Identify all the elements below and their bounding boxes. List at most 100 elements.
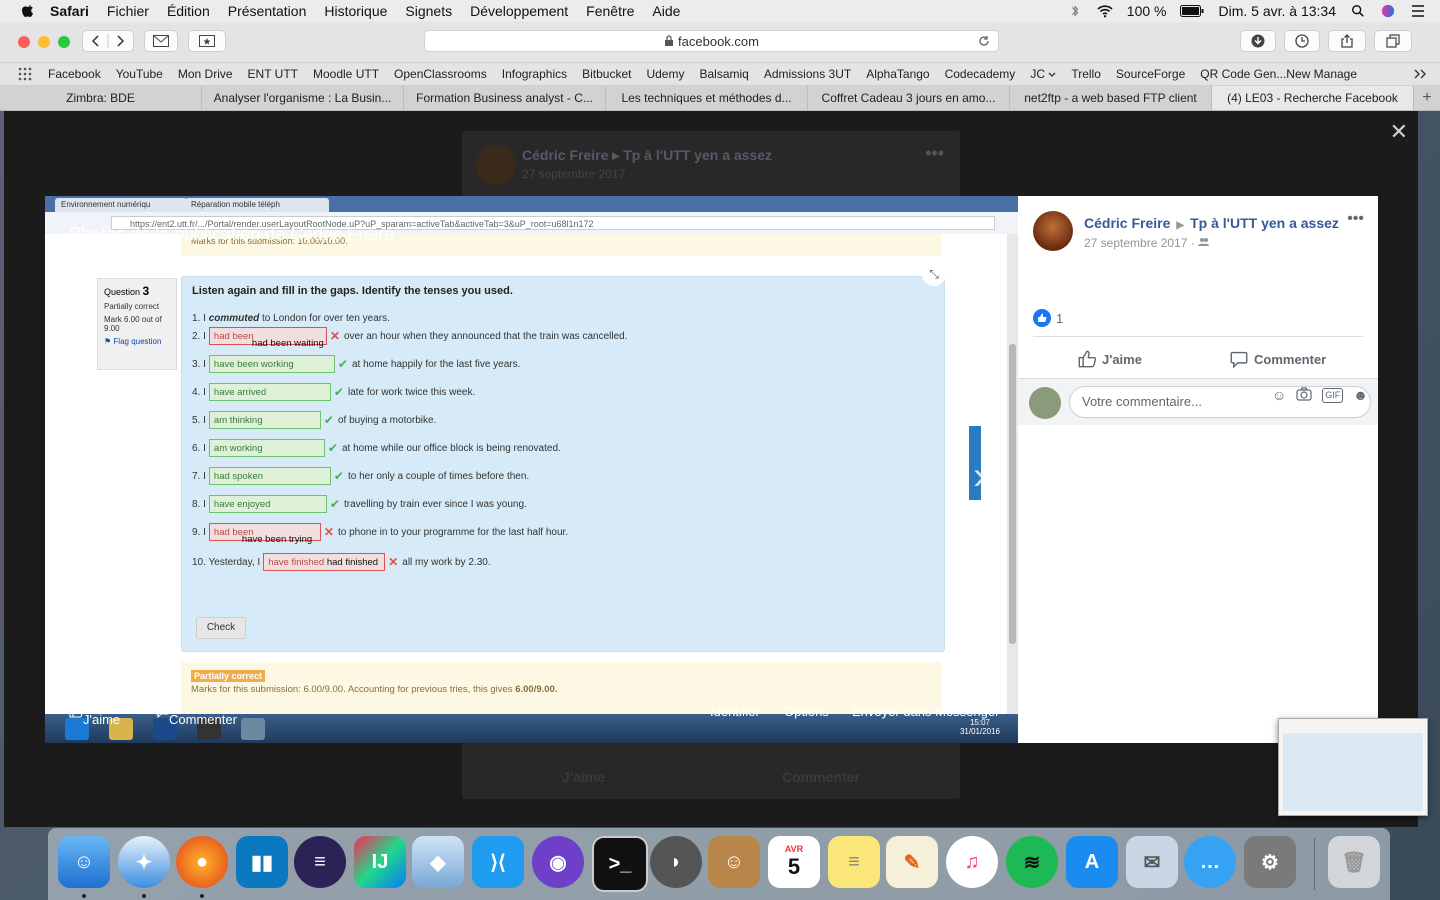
virtualbox-icon[interactable]: ◆ — [412, 836, 464, 888]
options-button[interactable]: Options — [784, 704, 829, 719]
tab-techniques-methodes[interactable]: Les techniques et méthodes d... — [606, 86, 808, 110]
reactions-count[interactable]: 1 — [1033, 309, 1063, 327]
gif-icon[interactable]: GIF — [1322, 388, 1344, 403]
close-window-button[interactable] — [18, 36, 30, 48]
trello-icon[interactable]: ▮▮ — [236, 836, 288, 888]
next-photo-icon[interactable]: › — [973, 454, 986, 499]
emoji-icon[interactable]: ☺ — [1272, 387, 1286, 403]
bookmark-alphatango[interactable]: AlphaTango — [866, 67, 929, 81]
tab-overview-button[interactable] — [1374, 30, 1412, 52]
minimize-window-button[interactable] — [38, 36, 50, 48]
new-tab-button[interactable]: + — [1414, 86, 1440, 110]
reload-icon[interactable] — [978, 35, 990, 47]
bookmark-infographics[interactable]: Infographics — [502, 67, 567, 81]
spotify-icon[interactable]: ≋ — [1006, 836, 1058, 888]
comment-button[interactable]: Commenter — [1230, 350, 1326, 368]
music-icon[interactable]: ♫ — [946, 836, 998, 888]
terminal-icon[interactable]: >_ — [592, 836, 648, 892]
history-button[interactable] — [1284, 30, 1320, 52]
battery-icon[interactable] — [1180, 5, 1204, 17]
bookmark-facebook[interactable]: Facebook — [48, 67, 101, 81]
sticker-icon[interactable]: ☻ — [1353, 387, 1368, 403]
overlay-like-button[interactable]: J'aime — [69, 704, 120, 727]
menu-signets[interactable]: Signets — [405, 3, 452, 19]
bluetooth-icon[interactable] — [1067, 4, 1083, 18]
menu-safari[interactable]: Safari — [50, 3, 89, 19]
address-bar[interactable]: facebook.com — [424, 30, 999, 52]
menu-historique[interactable]: Historique — [324, 3, 387, 19]
firefox-icon[interactable]: ● — [176, 836, 228, 888]
trash-icon[interactable]: 🗑 — [1328, 836, 1380, 888]
notification-center-icon[interactable] — [1410, 4, 1426, 18]
menu-aide[interactable]: Aide — [652, 3, 680, 19]
contacts-icon[interactable]: ☺ — [708, 836, 760, 888]
bookmark-youtube[interactable]: YouTube — [116, 67, 163, 81]
vscode-icon[interactable]: ⟩⟨ — [472, 836, 524, 888]
group-name-link[interactable]: Tp à l'UTT yen a assez — [1190, 215, 1339, 231]
bookmark-bitbucket[interactable]: Bitbucket — [582, 67, 631, 81]
back-forward-buttons[interactable] — [82, 30, 134, 52]
safari-icon[interactable]: ✦ — [118, 836, 170, 888]
tab-coffret-cadeau[interactable]: Coffret Cadeau 3 jours en amo... — [808, 86, 1010, 110]
menu-fichier[interactable]: Fichier — [107, 3, 149, 19]
bookmark-moodle-utt[interactable]: Moodle UTT — [313, 67, 379, 81]
system-preferences-icon[interactable]: ⚙ — [1244, 836, 1296, 888]
siri-icon[interactable] — [1380, 4, 1396, 18]
camera-icon[interactable] — [1296, 387, 1312, 401]
tab-analyser-organisme[interactable]: Analyser l'organisme : La Busin... — [202, 86, 404, 110]
tag-photo-button[interactable]: Identifier — [710, 704, 760, 719]
bookmark-trello[interactable]: Trello — [1071, 67, 1101, 81]
tab-facebook-active[interactable]: (4) LE03 - Recherche Facebook — [1212, 86, 1414, 110]
close-viewer-icon[interactable]: ✕ — [1390, 119, 1408, 145]
apple-menu-icon[interactable] — [20, 3, 36, 19]
author-avatar[interactable] — [1033, 211, 1073, 251]
more-bookmarks-icon[interactable] — [1414, 69, 1428, 79]
menu-developpement[interactable]: Développement — [470, 3, 568, 19]
bookmark-mon-drive[interactable]: Mon Drive — [178, 67, 233, 81]
spotlight-search-icon[interactable] — [1350, 4, 1366, 18]
bookmark-admissions-3ut[interactable]: Admissions 3UT — [764, 67, 851, 81]
eclipse-icon[interactable]: ≡ — [294, 836, 346, 888]
author-name-link[interactable]: Cédric Freire — [1084, 215, 1170, 231]
bookmark-sourceforge[interactable]: SourceForge — [1116, 67, 1185, 81]
preview-icon[interactable]: ✉ — [1126, 836, 1178, 888]
bookmark-openclassrooms[interactable]: OpenClassrooms — [394, 67, 487, 81]
grid-icon[interactable] — [18, 67, 34, 81]
bookmark-button[interactable] — [188, 30, 226, 52]
share-button[interactable] — [1328, 30, 1366, 52]
post-options-icon[interactable]: ••• — [1347, 210, 1364, 228]
exit-fullscreen-icon[interactable]: ⤡ — [922, 262, 946, 286]
messages-icon[interactable]: … — [1184, 836, 1236, 888]
photo-image[interactable]: Environnement numériqu Réparation mobile… — [45, 196, 1018, 743]
share-mail-button[interactable] — [144, 30, 178, 52]
bookmark-udemy[interactable]: Udemy — [646, 67, 684, 81]
intellij-icon[interactable]: IJ — [354, 836, 406, 888]
previous-photo-icon[interactable]: ‹ — [69, 456, 82, 501]
bookmark-balsamiq[interactable]: Balsamiq — [699, 67, 748, 81]
bookmark-folder-jc[interactable]: JC — [1030, 67, 1056, 81]
notes-icon[interactable]: ≡ — [828, 836, 880, 888]
calendar-icon[interactable]: AVR 5 — [768, 836, 820, 888]
menubar-clock[interactable]: Dim. 5 avr. à 13:34 — [1218, 3, 1336, 19]
sequel-pro-icon[interactable]: ◗ — [650, 836, 702, 888]
bookmark-codecademy[interactable]: Codecademy — [945, 67, 1016, 81]
like-button[interactable]: J'aime — [1078, 350, 1142, 368]
menu-fenetre[interactable]: Fenêtre — [586, 3, 634, 19]
zoom-window-button[interactable] — [58, 36, 70, 48]
overlay-comment-button[interactable]: Commenter — [155, 704, 237, 727]
post-date[interactable]: 27 septembre 2017 · — [1084, 236, 1210, 250]
menu-edition[interactable]: Édition — [167, 3, 210, 19]
pages-icon[interactable]: ✎ — [886, 836, 938, 888]
app-store-icon[interactable]: A — [1066, 836, 1118, 888]
menu-presentation[interactable]: Présentation — [228, 3, 307, 19]
tab-net2ftp[interactable]: net2ftp - a web based FTP client — [1010, 86, 1212, 110]
bookmark-qr-code[interactable]: QR Code Gen...New Manage — [1200, 67, 1357, 81]
send-messenger-button[interactable]: Envoyer dans Messenger — [852, 704, 999, 719]
finder-icon[interactable]: ☺ — [58, 836, 110, 888]
tab-zimbra[interactable]: Zimbra: BDE — [0, 86, 202, 110]
bookmark-ent-utt[interactable]: ENT UTT — [248, 67, 298, 81]
screenshot-thumbnail-preview[interactable] — [1278, 718, 1428, 816]
github-desktop-icon[interactable]: ◉ — [532, 836, 584, 888]
tab-formation-business[interactable]: Formation Business analyst - C... — [404, 86, 606, 110]
wifi-icon[interactable] — [1097, 4, 1113, 18]
